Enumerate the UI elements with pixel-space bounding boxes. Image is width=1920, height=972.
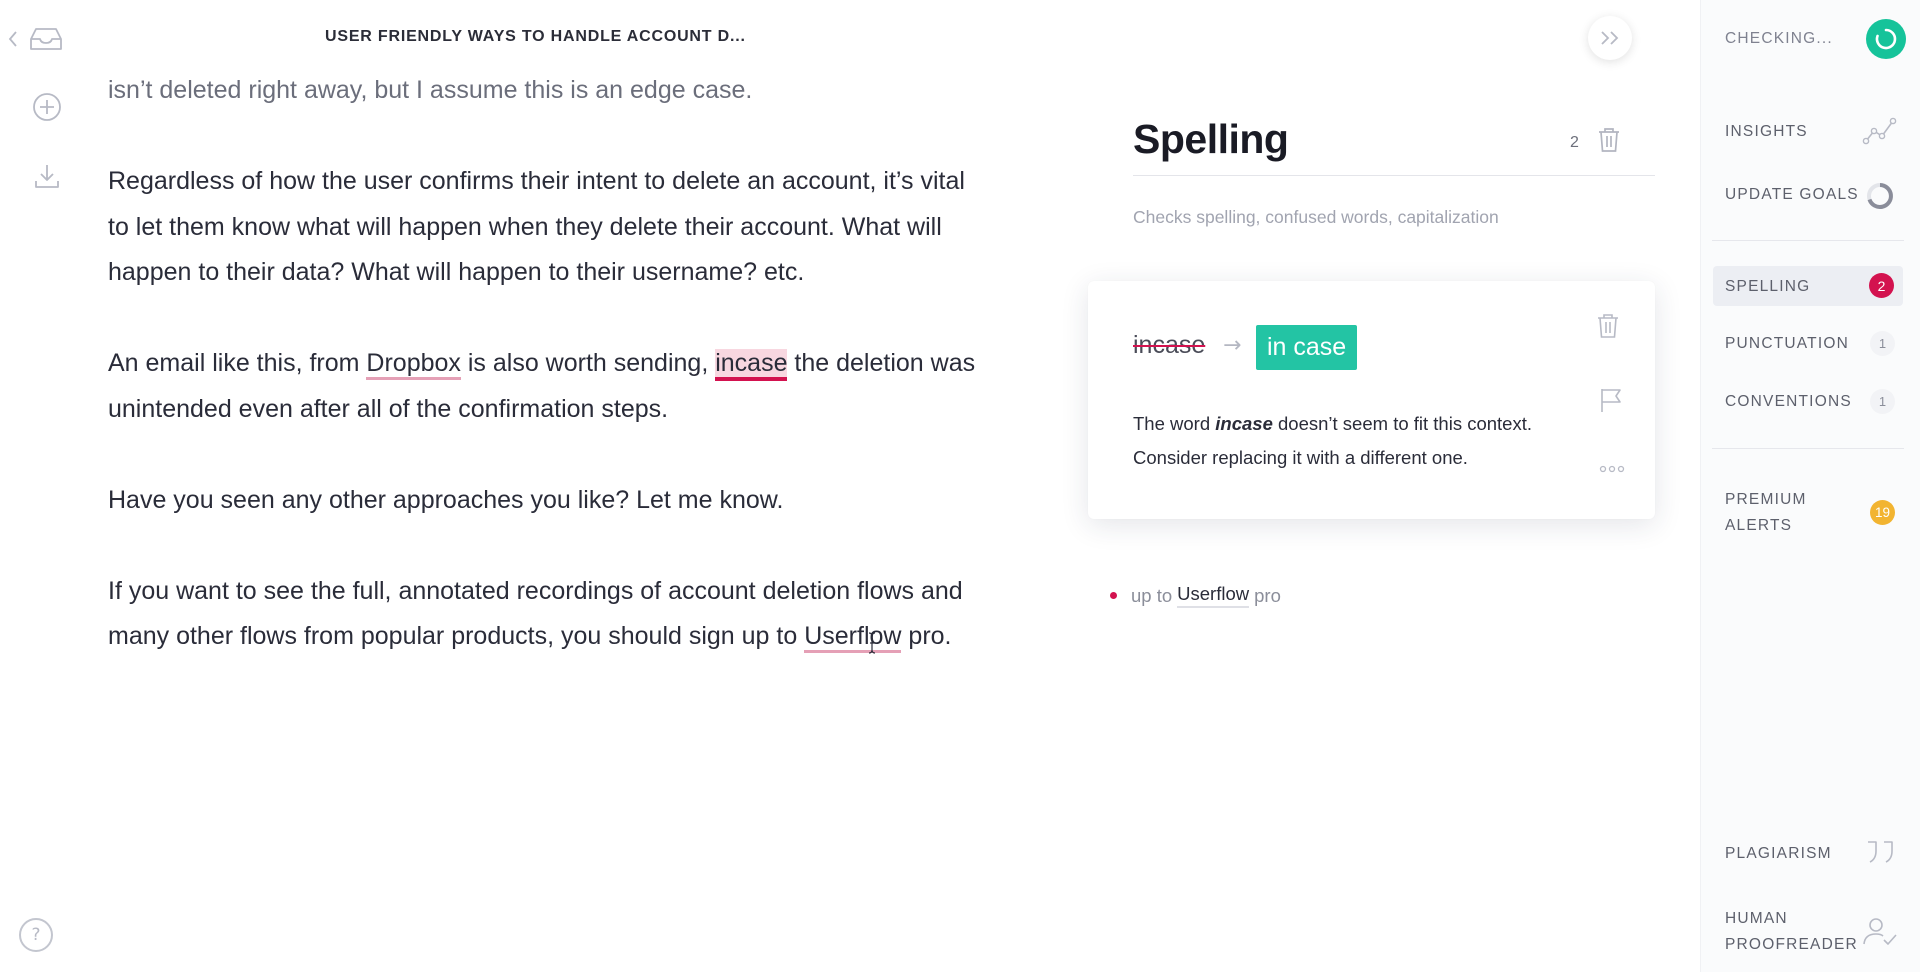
back-icon[interactable] <box>6 29 20 49</box>
dismiss-all-trash-icon[interactable] <box>1597 127 1623 155</box>
download-icon[interactable] <box>33 162 61 190</box>
insights-chart-icon[interactable] <box>1862 115 1898 147</box>
issue-count: 2 <box>1570 134 1579 151</box>
context-before: up to <box>1131 584 1173 606</box>
paragraph: isn’t deleted right away, but I assume t… <box>108 76 753 104</box>
sidebar-item-plagiarism[interactable]: PLAGIARISM <box>1725 845 1832 863</box>
text-run: The word <box>1133 413 1216 434</box>
left-rail: ? <box>0 0 94 972</box>
text-editor[interactable]: isn’t deleted right away, but I assume t… <box>108 68 988 705</box>
flagged-word-dropbox[interactable]: Dropbox <box>366 349 461 380</box>
arrow-right-icon: → <box>1223 333 1242 358</box>
ibeam-cursor-icon <box>868 632 876 654</box>
error-dot-icon <box>1110 592 1117 599</box>
checking-status: CHECKING... <box>1725 30 1833 47</box>
label-line: ALERTS <box>1725 517 1793 534</box>
sidebar-item-spelling[interactable]: SPELLING <box>1725 278 1810 296</box>
spelling-count-badge: 2 <box>1869 273 1894 298</box>
status-indicator-icon <box>1866 19 1906 59</box>
paragraph: Have you seen any other approaches you l… <box>108 485 784 514</box>
label-line: PROOFREADER <box>1725 936 1858 953</box>
proofreader-person-icon[interactable] <box>1862 916 1898 948</box>
flagged-word-userflow[interactable]: Userflow <box>804 622 902 653</box>
sidebar-item-premium-alerts[interactable]: PREMIUM ALERTS <box>1725 487 1807 539</box>
sidebar-item-punctuation[interactable]: PUNCTUATION <box>1725 335 1849 353</box>
help-icon[interactable]: ? <box>19 918 53 952</box>
text-run: is also worth sending, <box>460 349 716 377</box>
text-run: pro. <box>901 622 952 650</box>
accept-suggestion-button[interactable]: in case <box>1256 325 1358 370</box>
context-after: pro <box>1254 584 1281 606</box>
panel-title: Spelling <box>1133 116 1289 162</box>
label-line: PREMIUM <box>1725 491 1807 508</box>
suggestion-card: incase → in case The word incase doesn’t… <box>1088 281 1655 519</box>
flag-icon[interactable] <box>1599 387 1623 413</box>
premium-alerts-count-badge: 19 <box>1870 500 1895 525</box>
label-line: HUMAN <box>1725 910 1788 927</box>
wrong-word: incase <box>1133 331 1206 359</box>
sidebar-item-insights[interactable]: INSIGHTS <box>1725 123 1808 141</box>
paragraph: If you want to see the full, annotated r… <box>108 569 988 660</box>
collapsed-suggestion[interactable]: up to Userflow pro <box>1110 583 1281 608</box>
sidebar-divider <box>1712 240 1904 241</box>
flagged-word-incase[interactable]: incase <box>715 349 788 381</box>
more-options-icon[interactable] <box>1599 461 1625 473</box>
panel-subtitle: Checks spelling, confused words, capital… <box>1133 207 1499 227</box>
conventions-count-badge: 1 <box>1870 389 1895 414</box>
plagiarism-quote-icon[interactable] <box>1862 836 1898 868</box>
text-run: An email like this, from <box>108 349 367 377</box>
sidebar-item-conventions[interactable]: CONVENTIONS <box>1725 393 1852 411</box>
dismiss-trash-icon[interactable] <box>1597 313 1621 341</box>
inbox-icon[interactable] <box>28 26 64 52</box>
emphasized-word: incase <box>1215 413 1273 434</box>
punctuation-count-badge: 1 <box>1870 331 1895 356</box>
document-title[interactable]: USER FRIENDLY WAYS TO HANDLE ACCOUNT D..… <box>325 28 755 46</box>
divider <box>1133 175 1655 176</box>
paragraph: An email like this, from Dropbox is also… <box>108 341 988 432</box>
paragraph: Regardless of how the user confirms thei… <box>108 167 965 286</box>
flagged-word: Userflow <box>1177 583 1250 608</box>
sidebar-item-human-proofreader[interactable]: HUMAN PROOFREADER <box>1725 906 1858 958</box>
suggestion-explanation: The word incase doesn’t seem to fit this… <box>1133 407 1593 475</box>
goals-progress-ring-icon[interactable] <box>1862 180 1898 212</box>
sidebar-item-update-goals[interactable]: UPDATE GOALS <box>1725 186 1859 204</box>
collapse-panel-button[interactable] <box>1588 16 1632 60</box>
add-icon[interactable] <box>32 92 62 122</box>
sidebar-divider <box>1712 448 1904 449</box>
